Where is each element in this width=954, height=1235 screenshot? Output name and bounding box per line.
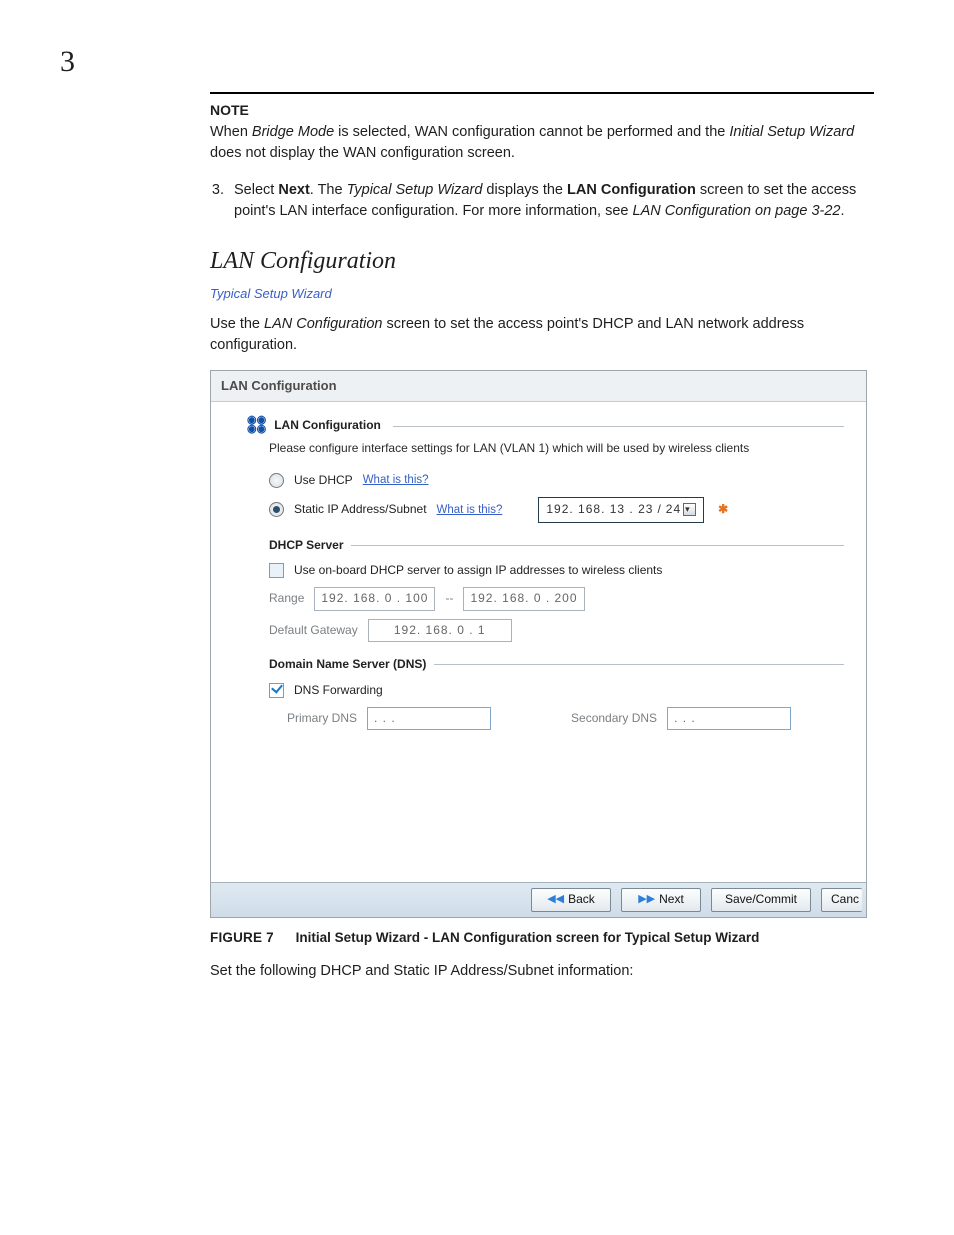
label-default-gateway: Default Gateway bbox=[269, 622, 358, 639]
required-star-icon: ✱ bbox=[718, 501, 728, 518]
input-range-end[interactable]: 192. 168. 0 . 200 bbox=[463, 587, 584, 610]
step-tsw-em: Typical Setup Wizard bbox=[347, 182, 483, 198]
link-what-is-this-dhcp[interactable]: What is this? bbox=[363, 472, 429, 489]
radio-use-dhcp[interactable] bbox=[269, 473, 284, 488]
note-heading: NOTE bbox=[210, 100, 874, 120]
subheading-dhcp-server: DHCP Server bbox=[269, 537, 343, 554]
note-em-isw: Initial Setup Wizard bbox=[729, 124, 854, 140]
input-default-gateway[interactable]: 192. 168. 0 . 1 bbox=[368, 619, 512, 642]
network-icon: ◉◉◉◉ bbox=[247, 416, 266, 434]
page-number: 3 bbox=[60, 40, 874, 84]
wizard-title: LAN Configuration bbox=[211, 371, 866, 403]
section-heading-lan-configuration: LAN Configuration bbox=[210, 244, 874, 279]
note-text: does not display the WAN configuration s… bbox=[210, 145, 515, 161]
intro-em: LAN Configuration bbox=[264, 316, 383, 332]
intro-text: Use the bbox=[210, 316, 264, 332]
section-intro: Use the LAN Configuration screen to set … bbox=[210, 314, 874, 356]
fieldset-divider bbox=[393, 426, 844, 427]
label-onboard-dhcp: Use on-board DHCP server to assign IP ad… bbox=[294, 562, 662, 579]
step-next-bold: Next bbox=[278, 182, 309, 198]
note-rule bbox=[210, 92, 874, 94]
fieldset-lan-configuration: ◉◉◉◉ LAN Configuration bbox=[247, 416, 844, 434]
radio-static-ip[interactable] bbox=[269, 502, 284, 517]
step-lanconf-bold: LAN Configuration bbox=[567, 182, 696, 198]
sub-divider bbox=[351, 545, 844, 546]
closing-paragraph: Set the following DHCP and Static IP Add… bbox=[210, 961, 874, 982]
note-text: When bbox=[210, 124, 252, 140]
step-xref-em: LAN Configuration on page 3-22 bbox=[633, 203, 841, 219]
save-commit-button[interactable]: Save/Commit bbox=[711, 888, 811, 911]
lan-config-wizard-screenshot: LAN Configuration ◉◉◉◉ LAN Configuration… bbox=[210, 370, 867, 918]
label-secondary-dns: Secondary DNS bbox=[571, 710, 657, 727]
checkbox-dns-forwarding[interactable] bbox=[269, 683, 284, 698]
label-use-dhcp: Use DHCP bbox=[294, 472, 353, 489]
input-secondary-dns[interactable]: . . . bbox=[667, 707, 791, 730]
next-label: Next bbox=[659, 891, 684, 908]
input-static-ip[interactable]: 192. 168. 13 . 23 / 24 bbox=[538, 497, 704, 522]
range-separator: -- bbox=[445, 590, 453, 607]
fieldset-label: LAN Configuration bbox=[274, 417, 381, 434]
next-button[interactable]: ▶▶Next bbox=[621, 888, 701, 911]
input-range-start[interactable]: 192. 168. 0 . 100 bbox=[314, 587, 435, 610]
step-text: displays the bbox=[482, 182, 567, 198]
label-dns-forwarding: DNS Forwarding bbox=[294, 682, 383, 699]
figure-caption-text: Initial Setup Wizard - LAN Configuration… bbox=[296, 930, 760, 945]
label-primary-dns: Primary DNS bbox=[287, 710, 357, 727]
step-text: . bbox=[840, 203, 844, 219]
wizard-button-bar: ◀◀Back ▶▶Next Save/Commit Canc bbox=[211, 882, 866, 916]
next-arrow-icon: ▶▶ bbox=[638, 892, 655, 908]
link-what-is-this-static[interactable]: What is this? bbox=[437, 502, 503, 519]
static-ip-value: 192. 168. 13 . 23 bbox=[546, 501, 653, 518]
ip-slash: / bbox=[657, 501, 661, 518]
figure-number: FIGURE 7 bbox=[210, 930, 274, 945]
label-static-ip: Static IP Address/Subnet bbox=[294, 501, 427, 518]
step-text: . The bbox=[310, 182, 347, 198]
wizard-body: ◉◉◉◉ LAN Configuration Please configure … bbox=[211, 402, 866, 882]
step-text: Select bbox=[234, 182, 278, 198]
sub-divider bbox=[434, 664, 844, 665]
note-body: When Bridge Mode is selected, WAN config… bbox=[210, 122, 874, 164]
note-em-bridge: Bridge Mode bbox=[252, 124, 334, 140]
step-3: Select Next. The Typical Setup Wizard di… bbox=[228, 180, 874, 222]
back-arrow-icon: ◀◀ bbox=[547, 892, 564, 908]
input-primary-dns[interactable]: . . . bbox=[367, 707, 491, 730]
subnet-dropdown-icon[interactable] bbox=[683, 503, 696, 516]
back-button[interactable]: ◀◀Back bbox=[531, 888, 611, 911]
subheading-dns: Domain Name Server (DNS) bbox=[269, 656, 426, 673]
back-label: Back bbox=[568, 891, 595, 908]
checkbox-onboard-dhcp[interactable] bbox=[269, 563, 284, 578]
section-sublink-typical-setup-wizard[interactable]: Typical Setup Wizard bbox=[210, 285, 874, 304]
fieldset-description: Please configure interface settings for … bbox=[269, 440, 844, 457]
figure-caption: FIGURE 7 Initial Setup Wizard - LAN Conf… bbox=[210, 928, 874, 948]
subnet-value: 24 bbox=[666, 501, 681, 518]
cancel-button[interactable]: Canc bbox=[821, 888, 862, 911]
label-range: Range bbox=[269, 590, 304, 607]
note-text: is selected, WAN configuration cannot be… bbox=[334, 124, 729, 140]
